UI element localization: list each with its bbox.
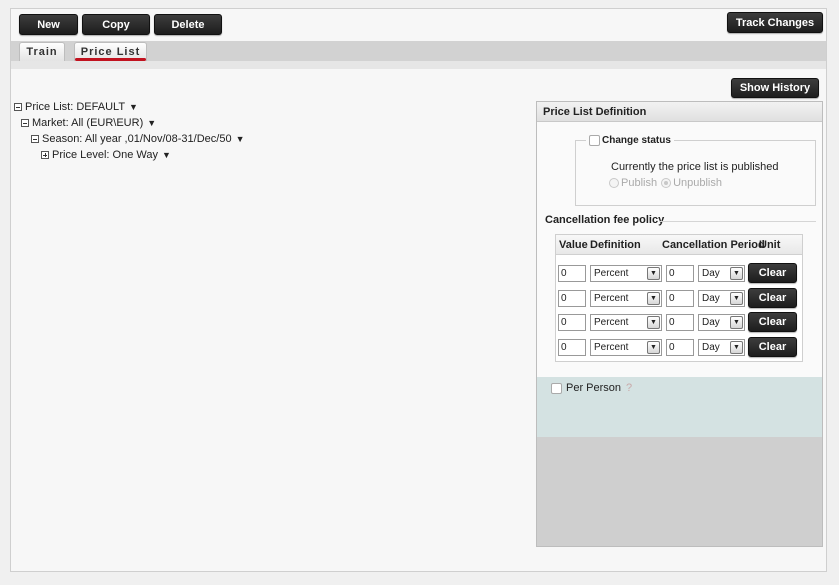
unit-value: Day (702, 268, 720, 279)
cancellation-section-title: Cancellation fee policy (545, 214, 665, 226)
chevron-down-icon[interactable]: ▼ (730, 341, 743, 354)
change-status-checkbox[interactable] (589, 135, 600, 146)
help-icon[interactable]: ? (626, 382, 632, 394)
per-person-label: Per Person (566, 382, 622, 394)
tab-bar: Train Price List (11, 41, 826, 69)
publish-radio-group: Publish Unpublish (609, 177, 722, 189)
definition-select[interactable]: Percent ▼ (590, 265, 662, 282)
app-frame: New Copy Delete Track Changes Train Pric… (10, 8, 827, 572)
chevron-down-icon[interactable]: ▼ (730, 292, 743, 305)
tree-node-label: Season: All year ,01/Nov/08-31/Dec/50 (42, 133, 232, 145)
active-tab-indicator (75, 58, 146, 61)
price-list-definition-panel: Price List Definition Change status Curr… (536, 101, 823, 547)
unit-value: Day (702, 317, 720, 328)
tree-node-market[interactable]: Market: All (EUR\EUR) ▼ (21, 117, 156, 129)
period-input[interactable]: 0 (666, 339, 694, 356)
chevron-down-icon[interactable]: ▼ (147, 118, 156, 128)
copy-button[interactable]: Copy (82, 14, 150, 35)
tree-node-label: Price Level: One Way (52, 149, 158, 161)
panel-title: Price List Definition (537, 102, 822, 122)
clear-button[interactable]: Clear (748, 288, 797, 308)
track-changes-button[interactable]: Track Changes (727, 12, 823, 33)
chevron-down-icon[interactable]: ▼ (162, 150, 171, 160)
table-row: 0 Percent ▼ 0 Day ▼ Clear (556, 263, 802, 283)
value-input[interactable]: 0 (558, 265, 586, 282)
collapse-icon[interactable] (21, 119, 29, 127)
definition-select[interactable]: Percent ▼ (590, 290, 662, 307)
clear-button[interactable]: Clear (748, 337, 797, 357)
chevron-down-icon[interactable]: ▼ (129, 102, 138, 112)
unit-value: Day (702, 342, 720, 353)
period-input[interactable]: 0 (666, 290, 694, 307)
unit-select[interactable]: Day ▼ (698, 339, 745, 356)
collapse-icon[interactable] (31, 135, 39, 143)
panel-content: Price List Definition Change status Curr… (537, 102, 822, 377)
unit-select[interactable]: Day ▼ (698, 265, 745, 282)
period-input[interactable]: 0 (666, 265, 694, 282)
clear-button[interactable]: Clear (748, 312, 797, 332)
tab-train[interactable]: Train (19, 42, 65, 61)
per-person-option[interactable]: Per Person ? (551, 382, 632, 394)
chevron-down-icon[interactable]: ▼ (647, 267, 660, 280)
table-header: Value Definition Cancellation Period Uni… (556, 235, 802, 255)
value-input[interactable]: 0 (558, 339, 586, 356)
tree-node-price-level[interactable]: Price Level: One Way ▼ (41, 149, 171, 161)
clear-button[interactable]: Clear (748, 263, 797, 283)
definition-value: Percent (594, 317, 629, 328)
per-person-checkbox[interactable] (551, 382, 562, 394)
section-divider (660, 221, 816, 222)
show-history-button[interactable]: Show History (731, 78, 819, 98)
expand-icon[interactable] (41, 151, 49, 159)
chevron-down-icon[interactable]: ▼ (647, 341, 660, 354)
tree-node-price-list[interactable]: Price List: DEFAULT ▼ (14, 101, 138, 113)
new-button[interactable]: New (19, 14, 78, 35)
chevron-down-icon[interactable]: ▼ (647, 292, 660, 305)
tree-node-label: Price List: DEFAULT (25, 101, 126, 113)
definition-select[interactable]: Percent ▼ (590, 314, 662, 331)
unit-select[interactable]: Day ▼ (698, 290, 745, 307)
definition-value: Percent (594, 268, 629, 279)
value-input[interactable]: 0 (558, 314, 586, 331)
status-text: Currently the price list is published (611, 161, 779, 173)
delete-button[interactable]: Delete (154, 14, 222, 35)
column-header-unit: Unit (759, 239, 781, 251)
publish-radio[interactable] (609, 178, 619, 188)
definition-value: Percent (594, 293, 629, 304)
tree-node-label: Market: All (EUR\EUR) (32, 117, 144, 129)
period-input[interactable]: 0 (666, 314, 694, 331)
tree-node-season[interactable]: Season: All year ,01/Nov/08-31/Dec/50 ▼ (31, 133, 244, 145)
value-input[interactable]: 0 (558, 290, 586, 307)
cancellation-fee-table: Value Definition Cancellation Period Uni… (555, 234, 803, 362)
change-status-label: Change status (602, 135, 671, 146)
unpublish-radio[interactable] (661, 178, 672, 188)
definition-select[interactable]: Percent ▼ (590, 339, 662, 356)
chevron-down-icon[interactable]: ▼ (730, 267, 743, 280)
change-status-group: Change status Currently the price list i… (575, 135, 816, 206)
column-header-value: Value (559, 239, 588, 251)
collapse-icon[interactable] (14, 103, 22, 111)
publish-label: Publish (621, 177, 658, 189)
table-row: 0 Percent ▼ 0 Day ▼ Clear (556, 312, 802, 332)
table-row: 0 Percent ▼ 0 Day ▼ Clear (556, 337, 802, 357)
change-status-checkbox-label[interactable]: Change status (586, 135, 674, 146)
column-header-period: Cancellation Period (662, 239, 765, 251)
chevron-down-icon[interactable]: ▼ (236, 134, 245, 144)
column-header-definition: Definition (590, 239, 641, 251)
unit-select[interactable]: Day ▼ (698, 314, 745, 331)
chevron-down-icon[interactable]: ▼ (730, 316, 743, 329)
unpublish-label: Unpublish (673, 177, 722, 189)
definition-value: Percent (594, 342, 629, 353)
table-row: 0 Percent ▼ 0 Day ▼ Clear (556, 288, 802, 308)
chevron-down-icon[interactable]: ▼ (647, 316, 660, 329)
unit-value: Day (702, 293, 720, 304)
